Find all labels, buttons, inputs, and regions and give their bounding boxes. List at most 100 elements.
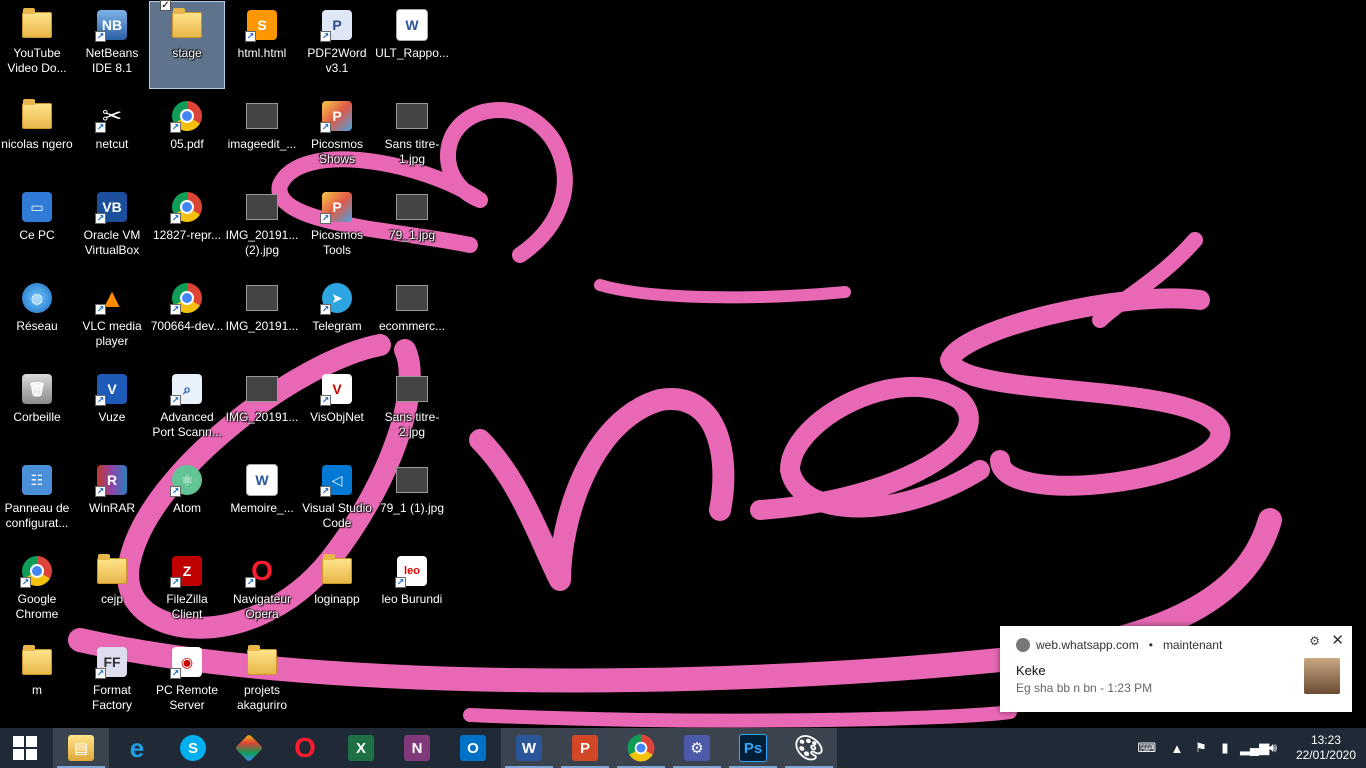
desktop-icon[interactable]: ✓ stage bbox=[149, 0, 225, 89]
desktop-icon[interactable]: leo ↗ leo Burundi bbox=[375, 548, 449, 634]
taskbar-outlook[interactable]: O bbox=[445, 728, 501, 768]
picosmos-icon: P ↗ bbox=[320, 190, 354, 224]
taskbar-chrome[interactable] bbox=[613, 728, 669, 768]
desktop-icon[interactable]: ▲ ↗ VLC media player bbox=[75, 275, 149, 361]
desktop-icon[interactable]: P ↗ Picosmos Shows bbox=[300, 93, 374, 179]
desktop-icon[interactable]: m bbox=[0, 639, 74, 725]
shortcut-arrow-icon: ↗ bbox=[170, 668, 181, 679]
taskbar-onenote[interactable]: N bbox=[389, 728, 445, 768]
desktop-icon[interactable]: ✂ ↗ netcut bbox=[75, 93, 149, 179]
clock[interactable]: 13:23 22/01/2020 bbox=[1296, 733, 1356, 763]
desktop-icon[interactable]: W Memoire_... bbox=[225, 457, 299, 543]
desktop-icon[interactable]: R ↗ WinRAR bbox=[75, 457, 149, 543]
desktop-icon[interactable]: ⚛ ↗ Atom bbox=[150, 457, 224, 543]
taskbar-start-button[interactable] bbox=[0, 728, 53, 768]
desktop-icon[interactable]: IMG_20191... bbox=[225, 275, 299, 361]
keyboard-icon[interactable]: ⌨ bbox=[1132, 740, 1162, 756]
desktop-icon-label: 05.pdf bbox=[170, 137, 204, 151]
desktop-icon[interactable]: ↗ 12827-repr... bbox=[150, 184, 224, 270]
desktop[interactable]: YouTube Video Do... NB ↗ NetBeans IDE 8.1 ✓ s… bbox=[0, 0, 1366, 728]
desktop-icon[interactable]: V ↗ VisObjNet bbox=[300, 366, 374, 452]
desktop-icon[interactable]: ⌕ ↗ Advanced Port Scann... bbox=[150, 366, 224, 452]
desktop-icon[interactable]: loginapp bbox=[300, 548, 374, 634]
shortcut-arrow-icon: ↗ bbox=[320, 213, 331, 224]
desktop-icon[interactable]: Sans titre-2.jpg bbox=[375, 366, 449, 452]
desktop-icon[interactable]: 🗑︎ Corbeille bbox=[0, 366, 74, 452]
desktop-icon[interactable]: O ↗ Navigateur Opera bbox=[225, 548, 299, 634]
desktop-icon[interactable]: ↗ 700664-dev... bbox=[150, 275, 224, 361]
desktop-icon-label: Atom bbox=[172, 501, 201, 515]
taskbar-skype[interactable]: S bbox=[165, 728, 221, 768]
visobjnet-icon: V ↗ bbox=[320, 372, 354, 406]
desktop-icon[interactable]: FF ↗ Format Factory bbox=[75, 639, 149, 725]
desktop-icon[interactable]: NB ↗ NetBeans IDE 8.1 bbox=[75, 2, 149, 88]
desktop-icon[interactable]: P ↗ PDF2Word v3.1 bbox=[300, 2, 374, 88]
desktop-icon[interactable]: ▭ Ce PC bbox=[0, 184, 74, 270]
desktop-icon-label: WinRAR bbox=[88, 501, 135, 515]
desktop-icon[interactable]: IMG_20191... (2).jpg bbox=[225, 184, 299, 270]
taskbar-powerpoint[interactable]: P bbox=[557, 728, 613, 768]
taskbar-excel[interactable]: X bbox=[333, 728, 389, 768]
desktop-icon[interactable]: V ↗ Vuze bbox=[75, 366, 149, 452]
desktop-icon[interactable]: ↗ 05.pdf bbox=[150, 93, 224, 179]
taskbar-file-explorer[interactable]: ▤ bbox=[53, 728, 109, 768]
desktop-icon[interactable]: projets akaguriro bbox=[225, 639, 299, 725]
desktop-icon[interactable]: ◉ ↗ PC Remote Server bbox=[150, 639, 224, 725]
notification-settings-icon[interactable]: ⚙ bbox=[1309, 634, 1320, 648]
notification-toast[interactable]: web.whatsapp.com • maintenant ⚙ ✕ Keke E… bbox=[1000, 626, 1352, 712]
desktop-icon-label: ULT_Rappo... bbox=[375, 46, 449, 60]
shortcut-arrow-icon: ↗ bbox=[320, 122, 331, 133]
taskbar-photoshop[interactable]: Ps bbox=[725, 728, 781, 768]
desktop-icon[interactable]: cejp bbox=[75, 548, 149, 634]
control-panel-icon: ☷ bbox=[20, 463, 54, 497]
network-icon: ◍ bbox=[20, 281, 54, 315]
desktop-icon[interactable]: ◍ Réseau bbox=[0, 275, 74, 361]
vscode-icon: ◁ ↗ bbox=[320, 463, 354, 497]
notification-close-icon[interactable]: ✕ bbox=[1331, 631, 1344, 649]
desktop-icon[interactable]: ◁ ↗ Visual Studio Code bbox=[300, 457, 374, 543]
desktop-icon[interactable]: ecommerc... bbox=[375, 275, 449, 361]
checkbox-icon[interactable]: ✓ bbox=[160, 0, 171, 11]
taskbar-word[interactable]: W bbox=[501, 728, 557, 768]
desktop-icon-label: 12827-repr... bbox=[152, 228, 222, 242]
desktop-icon-label: Advanced Port Scann... bbox=[152, 410, 222, 439]
taskbar-opera[interactable]: O bbox=[277, 728, 333, 768]
desktop-icon-label: html.html bbox=[237, 46, 287, 60]
desktop-icon[interactable]: Z ↗ FileZilla Client bbox=[150, 548, 224, 634]
taskbar-internet-explorer[interactable]: e bbox=[109, 728, 165, 768]
desktop-icon[interactable]: S ↗ html.html bbox=[225, 2, 299, 88]
folder-icon bbox=[20, 8, 54, 42]
desktop-icon[interactable]: ↗ Google Chrome bbox=[0, 548, 74, 634]
network-disconnected-icon[interactable]: ⚑ bbox=[1192, 740, 1210, 756]
shortcut-arrow-icon: ↗ bbox=[320, 31, 331, 42]
shortcut-arrow-icon: ↗ bbox=[95, 31, 106, 42]
desktop-icon[interactable]: YouTube Video Do... bbox=[0, 2, 74, 88]
volume-icon[interactable]: 🔊︎ bbox=[1264, 740, 1282, 756]
taskbar-paint[interactable]: 🎨︎ bbox=[781, 728, 837, 768]
desktop-icon[interactable]: W ULT_Rappo... bbox=[375, 2, 449, 88]
desktop-icon[interactable]: ☷ Panneau de configurat... bbox=[0, 457, 74, 543]
usb-device-icon[interactable]: ▮ bbox=[1216, 740, 1234, 756]
desktop-icon[interactable]: nicolas ngero bbox=[0, 93, 74, 179]
desktop-icon[interactable]: 79_1 (1).jpg bbox=[375, 457, 449, 543]
shortcut-arrow-icon: ↗ bbox=[95, 668, 106, 679]
taskbar-git-app[interactable] bbox=[221, 728, 277, 768]
folder-icon bbox=[245, 645, 279, 679]
netbeans-icon: NB ↗ bbox=[95, 8, 129, 42]
signal-strength-icon[interactable]: ▂▄▆ bbox=[1240, 740, 1269, 756]
desktop-icon[interactable]: 79_1.jpg bbox=[375, 184, 449, 270]
desktop-icon[interactable]: IMG_20191... bbox=[225, 366, 299, 452]
scissors-icon: ✂ ↗ bbox=[95, 102, 123, 133]
chevron-up-icon[interactable]: ▲ bbox=[1168, 741, 1186, 756]
chrome-icon bbox=[1016, 638, 1030, 652]
image-thumbnail-icon bbox=[245, 281, 279, 315]
desktop-icon-label: YouTube Video Do... bbox=[7, 46, 67, 75]
desktop-icon[interactable]: Sans titre-1.jpg bbox=[375, 93, 449, 179]
folder-icon bbox=[320, 554, 354, 588]
desktop-icon[interactable]: VB ↗ Oracle VM VirtualBox bbox=[75, 184, 149, 270]
desktop-icon[interactable]: ➤ ↗ Telegram bbox=[300, 275, 374, 361]
desktop-icon[interactable]: P ↗ Picosmos Tools bbox=[300, 184, 374, 270]
desktop-icon[interactable]: imageedit_... bbox=[225, 93, 299, 179]
desktop-icon-label: ecommerc... bbox=[378, 319, 445, 333]
taskbar-settings[interactable]: ⚙ bbox=[669, 728, 725, 768]
